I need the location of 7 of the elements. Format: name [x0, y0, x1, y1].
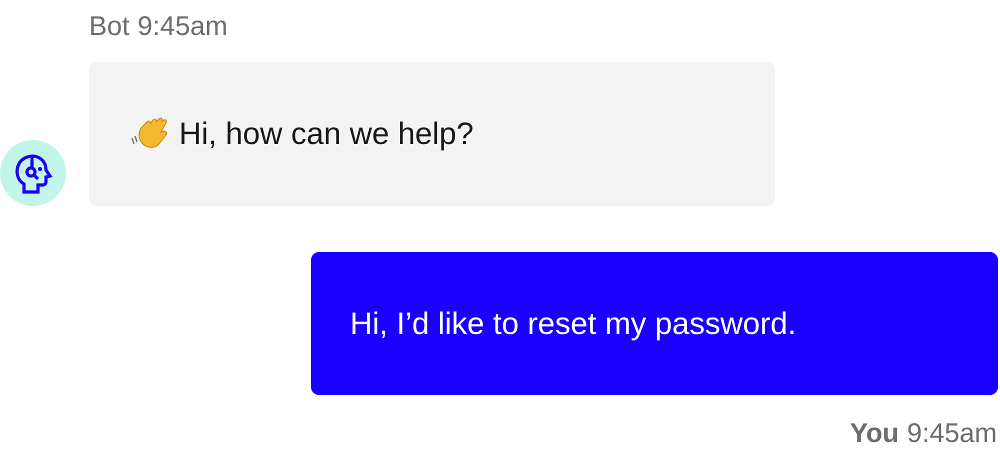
sender-name: Bot — [89, 10, 130, 43]
support-agent-avatar-icon — [0, 140, 66, 206]
message-time: 9:45am — [138, 10, 228, 43]
message-text: Hi, I’d like to reset my password. — [350, 306, 796, 342]
sender-name: You — [850, 417, 899, 450]
message-text: Hi, how can we help? — [179, 116, 474, 152]
message-time: 9:45am — [906, 417, 997, 450]
